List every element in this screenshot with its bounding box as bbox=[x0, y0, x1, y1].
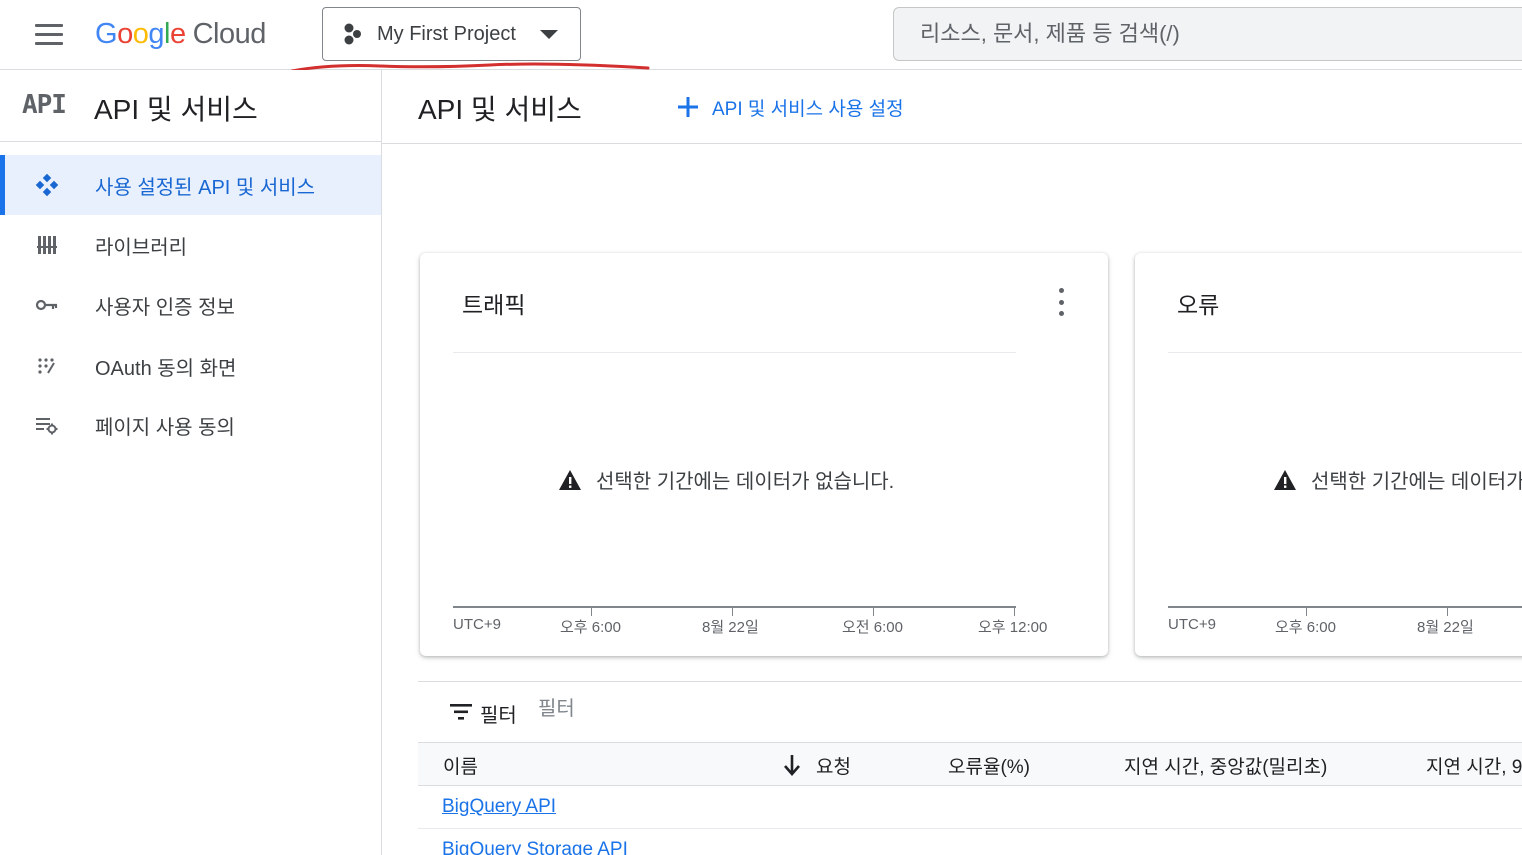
project-name: My First Project bbox=[377, 22, 516, 45]
dropdown-caret-icon bbox=[540, 30, 558, 39]
filter-input[interactable] bbox=[538, 698, 838, 721]
library-icon bbox=[34, 234, 60, 256]
table-row: BigQuery API bbox=[418, 786, 1522, 829]
no-data-message: 선택한 기간에는 데이터가 없습니다. bbox=[558, 465, 894, 494]
column-header-latency-median[interactable]: 지연 시간, 중앙값(밀리초) bbox=[1124, 752, 1327, 779]
warning-icon bbox=[559, 469, 581, 490]
table-header: 이름 요청 오류율(%) 지연 시간, 중앙값(밀리초) 지연 시간, 9 bbox=[418, 742, 1522, 786]
axis-tick bbox=[873, 606, 874, 616]
sidebar-item-library[interactable]: 라이브러리 bbox=[0, 215, 381, 275]
sidebar-item-label: 라이브러리 bbox=[95, 237, 187, 259]
sidebar-item-label: 사용자 인증 정보 bbox=[95, 297, 235, 319]
column-header-error-rate[interactable]: 오류율(%) bbox=[948, 752, 1030, 779]
warning-icon bbox=[1274, 469, 1296, 490]
tick-label: 8월 22일 bbox=[1417, 619, 1474, 636]
sidebar-item-label: 사용 설정된 API 및 서비스 bbox=[95, 177, 316, 199]
project-nodes-icon bbox=[344, 23, 361, 45]
dots-grid-icon bbox=[34, 355, 60, 377]
api-badge-icon: API bbox=[22, 90, 67, 120]
google-cloud-logo[interactable]: Google Cloud bbox=[95, 14, 266, 54]
no-data-text: 선택한 기간에는 데이터가 없습니다. bbox=[596, 471, 895, 493]
logo-letter: o bbox=[117, 17, 133, 50]
axis-tick bbox=[732, 606, 733, 616]
x-axis bbox=[453, 606, 1016, 608]
column-header-latency-p95[interactable]: 지연 시간, 9 bbox=[1426, 752, 1522, 779]
hamburger-menu-icon[interactable] bbox=[28, 18, 70, 50]
logo-letter: G bbox=[95, 17, 118, 50]
axis-tick bbox=[591, 606, 592, 616]
no-data-message: 선택한 기간에는 데이터가 bbox=[1273, 465, 1522, 494]
top-bar: Google Cloud My First Project bbox=[0, 0, 1522, 70]
tick-label: UTC+9 bbox=[453, 616, 501, 633]
sidebar-item-credentials[interactable]: 사용자 인증 정보 bbox=[0, 275, 381, 335]
enable-apis-label: API 및 서비스 사용 설정 bbox=[712, 98, 904, 120]
axis-tick bbox=[1306, 606, 1307, 616]
list-settings-icon bbox=[34, 414, 60, 436]
sort-descending-icon[interactable] bbox=[782, 753, 802, 777]
axis-tick bbox=[1014, 606, 1015, 616]
tick-label: 오후 12:00 bbox=[978, 619, 1048, 636]
enable-apis-button[interactable]: API 및 서비스 사용 설정 bbox=[676, 90, 904, 124]
column-header-requests[interactable]: 요청 bbox=[816, 752, 851, 779]
logo-letter: g bbox=[148, 17, 164, 50]
project-picker-button[interactable]: My First Project bbox=[322, 7, 581, 61]
column-header-name[interactable]: 이름 bbox=[443, 752, 478, 779]
diamond-dots-icon bbox=[34, 173, 60, 197]
card-title: 오류 bbox=[1177, 292, 1220, 318]
key-icon bbox=[34, 294, 60, 316]
tick-label: 오전 6:00 bbox=[842, 619, 903, 636]
search-bar[interactable] bbox=[893, 7, 1522, 61]
filter-icon[interactable] bbox=[450, 704, 472, 720]
tick-label: 오후 6:00 bbox=[1275, 619, 1336, 636]
logo-letter: e bbox=[169, 17, 186, 50]
no-data-text: 선택한 기간에는 데이터가 bbox=[1311, 471, 1522, 493]
sidebar-item-label: OAuth 동의 화면 bbox=[95, 358, 237, 380]
sidebar-item-oauth-consent[interactable]: OAuth 동의 화면 bbox=[0, 336, 381, 396]
main-header: API 및 서비스 API 및 서비스 사용 설정 bbox=[382, 70, 1522, 144]
api-link[interactable]: BigQuery API bbox=[442, 796, 556, 818]
tick-label: UTC+9 bbox=[1168, 616, 1216, 633]
divider bbox=[1168, 352, 1522, 353]
logo-cloud-text: Cloud bbox=[192, 17, 267, 50]
search-input[interactable] bbox=[920, 21, 1522, 47]
errors-card: 오류 선택한 기간에는 데이터가 UTC+9 오후 6:00 8월 22일 bbox=[1135, 253, 1522, 656]
filter-label: 필터 bbox=[480, 705, 517, 727]
sidebar-header: API API 및 서비스 bbox=[0, 70, 381, 142]
divider bbox=[453, 352, 1016, 353]
tick-label: 오후 6:00 bbox=[560, 619, 621, 636]
traffic-card: 트래픽 선택한 기간에는 데이터가 없습니다. UTC+9 오후 6:00 8월… bbox=[420, 253, 1108, 656]
sidebar-item-page-consent[interactable]: 페이지 사용 동의 bbox=[0, 395, 381, 455]
plus-icon bbox=[678, 97, 698, 117]
table-row: BigQuery Storage API bbox=[418, 829, 1522, 855]
logo-letter: o bbox=[132, 17, 149, 50]
axis-tick bbox=[1447, 606, 1448, 616]
card-title: 트래픽 bbox=[462, 292, 526, 318]
sidebar: API API 및 서비스 사용 설정된 API 및 서비스 라이브러리 사용자… bbox=[0, 70, 382, 855]
api-link[interactable]: BigQuery Storage API bbox=[442, 839, 628, 855]
page-title: API 및 서비스 bbox=[418, 94, 582, 125]
more-options-icon[interactable] bbox=[1056, 288, 1066, 316]
tick-label: 8월 22일 bbox=[702, 619, 759, 636]
sidebar-item-enabled-apis[interactable]: 사용 설정된 API 및 서비스 bbox=[0, 155, 381, 215]
x-axis bbox=[1168, 606, 1522, 608]
sidebar-item-label: 페이지 사용 동의 bbox=[95, 417, 235, 439]
sidebar-title: API 및 서비스 bbox=[94, 94, 258, 125]
filter-bar: 필터 bbox=[418, 681, 1522, 743]
